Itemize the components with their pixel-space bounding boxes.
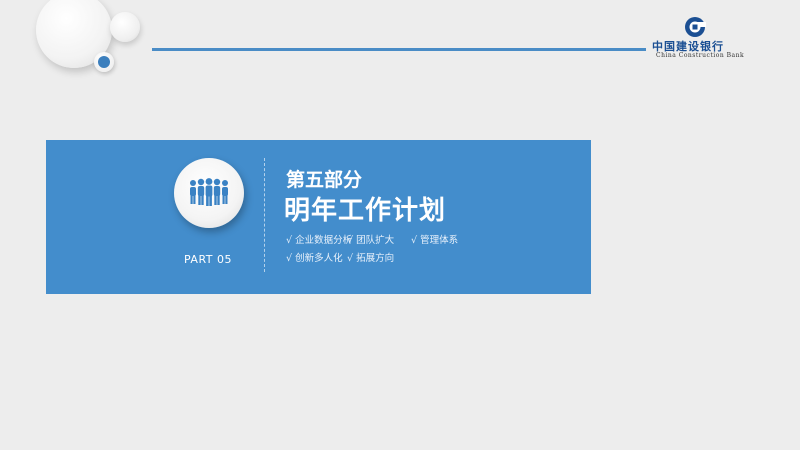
section-title: 明年工作计划	[284, 196, 447, 226]
section-subtitle: 第五部分	[286, 169, 363, 191]
bank-logo-icon	[684, 16, 706, 38]
bank-logo: 中国建设银行 China Construction Bank	[652, 16, 748, 62]
people-badge	[174, 158, 244, 228]
bullet-point: √ 管理体系	[411, 235, 459, 246]
header-rule	[152, 48, 646, 51]
section-banner: PART 05 第五部分 明年工作计划 √ 企业数据分析 √ 团队扩大 √ 管理…	[46, 140, 591, 294]
bullet-point: √ 团队扩大	[347, 235, 395, 246]
bullet-point: √ 创新多人化	[286, 253, 343, 264]
logo-name-en: China Construction Bank	[656, 52, 745, 59]
part-label: PART 05	[184, 253, 233, 266]
bullet-point: √ 企业数据分析	[286, 235, 353, 246]
bullet-point: √ 拓展方向	[347, 253, 395, 264]
decor-circle-small	[110, 12, 140, 42]
banner-divider	[264, 158, 265, 272]
decor-circle-blue-dot	[94, 52, 114, 72]
